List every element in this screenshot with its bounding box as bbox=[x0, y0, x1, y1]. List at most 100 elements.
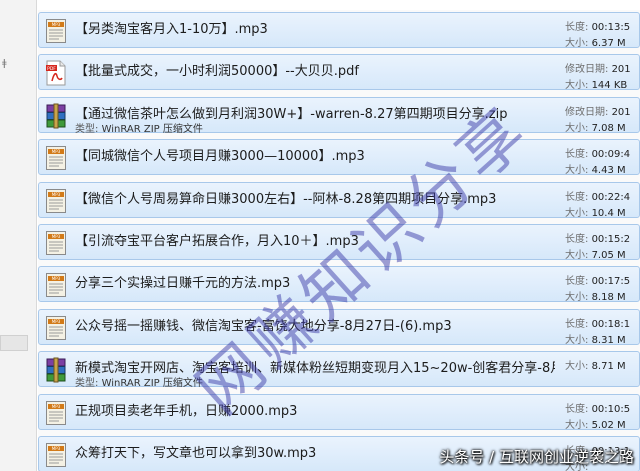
file-meta-secondary: 大小: 7.08 M bbox=[565, 119, 640, 134]
file-row[interactable]: MP3 【同城微信个人号项目月赚3000—10000】.mp3 长度: 00:09… bbox=[38, 139, 640, 176]
meta-value: 8.18 M bbox=[591, 292, 626, 304]
file-meta-secondary: 大小: 6.37 M bbox=[565, 34, 640, 49]
file-name: 【微信个人号周易算命日赚3000左右】--阿林-8.28第四期项目分享.mp3 bbox=[75, 191, 497, 207]
mp3-icon: MP3 bbox=[45, 272, 67, 298]
file-meta-primary: 长度: 00:17:5 bbox=[565, 272, 640, 287]
file-type: 类型: WinRAR ZIP 压缩文件 bbox=[75, 120, 203, 135]
file-meta-secondary: 大小: 144 KB bbox=[565, 76, 640, 91]
file-meta-secondary: 大小: 8.18 M bbox=[565, 288, 640, 303]
svg-text:MP3: MP3 bbox=[52, 276, 61, 281]
mp3-icon: MP3 bbox=[45, 315, 67, 341]
meta-value: 00:18:1 bbox=[591, 318, 631, 330]
meta-value: 6.37 M bbox=[591, 38, 626, 49]
file-meta-secondary: 大小: 8.31 M bbox=[565, 331, 640, 346]
meta-value: 8.71 M bbox=[591, 361, 626, 373]
svg-text:MP3: MP3 bbox=[52, 446, 61, 451]
file-meta-secondary: 大小: 7.05 M bbox=[565, 246, 640, 261]
file-row[interactable]: MP3 【另类淘宝客月入1-10万】.mp3 长度: 00:13:5 大小: 6.3… bbox=[38, 12, 640, 49]
meta-label: 修改日期: bbox=[565, 64, 609, 76]
file-meta-primary: 长度: 00:18:1 bbox=[565, 315, 640, 330]
meta-value: 5.02 M bbox=[591, 419, 626, 431]
mp3-icon: MP3 bbox=[45, 188, 67, 214]
mp3-icon: MP3 bbox=[45, 145, 67, 171]
meta-value: 00:17:5 bbox=[591, 276, 631, 288]
navigation-pane[interactable]: ǂ bbox=[0, 0, 37, 471]
meta-label: 大小: bbox=[565, 207, 589, 219]
svg-text:PDF: PDF bbox=[47, 66, 56, 72]
file-row[interactable]: MP3 分享三个实操过日赚千元的方法.mp3 长度: 00:17:5 大小: 8.1… bbox=[38, 266, 640, 303]
file-type: 类型: WinRAR ZIP 压缩文件 bbox=[75, 374, 203, 389]
mp3-icon: MP3 bbox=[45, 400, 67, 426]
meta-value: 00:22:4 bbox=[591, 191, 631, 203]
file-row[interactable]: MP3 【微信个人号周易算命日赚3000左右】--阿林-8.28第四期项目分享.m… bbox=[38, 181, 640, 219]
svg-text:MP3: MP3 bbox=[52, 319, 61, 324]
meta-label: 长度: bbox=[565, 22, 589, 33]
file-meta-primary: 修改日期: 201 bbox=[565, 60, 640, 75]
meta-label: 大小: bbox=[565, 361, 589, 373]
file-name: 【引流夺宝平台客户拓展合作，月入10＋】.mp3 bbox=[75, 234, 359, 249]
svg-text:MP3: MP3 bbox=[52, 22, 61, 27]
file-row[interactable]: 新模式淘宝开网店、淘宝客培训、新媒体粉丝短期变现月入15~20w-创客君分享-8… bbox=[38, 351, 640, 389]
file-list[interactable]: MP3 【另类淘宝客月入1-10万】.mp3 长度: 00:13:5 大小: 6.3… bbox=[38, 10, 640, 471]
meta-label: 大小: bbox=[565, 122, 589, 134]
file-row[interactable]: PDF 【批量式成交，一小时利润50000】--大贝贝.pdf 修改日期: 201… bbox=[38, 54, 640, 91]
file-row[interactable]: MP3 正规项目卖老年手机，日赚2000.mp3 长度: 00:10:5 大小: 5… bbox=[38, 393, 640, 431]
file-name: 【同城微信个人号项目月赚3000—10000】.mp3 bbox=[75, 149, 365, 165]
file-meta-secondary: 大小: 5.02 M bbox=[565, 416, 640, 431]
file-meta-secondary: 大小: 4.43 M bbox=[565, 161, 640, 176]
meta-value: 7.08 M bbox=[591, 122, 626, 134]
meta-value: 00:10:5 bbox=[591, 403, 631, 415]
meta-label: 大小: bbox=[565, 165, 589, 177]
meta-label: 长度: bbox=[565, 318, 589, 330]
file-type-value: WinRAR ZIP 压缩文件 bbox=[101, 378, 203, 390]
meta-value: 201 bbox=[611, 106, 631, 118]
mp3-icon: MP3 bbox=[45, 442, 67, 468]
file-meta-primary: 长度: 00:15:2 bbox=[565, 230, 640, 245]
winrar-icon bbox=[45, 357, 67, 383]
meta-label: 长度: bbox=[565, 403, 589, 415]
meta-value: 201 bbox=[611, 64, 631, 76]
file-meta-primary: 修改日期: 201 bbox=[565, 103, 640, 118]
file-meta-primary: 长度: 00:22:4 bbox=[565, 188, 640, 203]
meta-label: 大小: bbox=[565, 292, 589, 304]
meta-label: 修改日期: bbox=[565, 106, 609, 118]
file-type-value: WinRAR ZIP 压缩文件 bbox=[101, 123, 203, 135]
svg-text:MP3: MP3 bbox=[52, 404, 61, 409]
file-meta-primary: 长度: 00:09:4 bbox=[565, 145, 640, 160]
pdf-icon: PDF bbox=[45, 60, 67, 86]
file-meta-primary: 长度: 00:10:5 bbox=[565, 400, 640, 415]
file-meta-primary: 大小: 8.71 M bbox=[565, 357, 640, 372]
mp3-icon: MP3 bbox=[45, 18, 67, 44]
nav-selected-item[interactable] bbox=[0, 335, 28, 351]
meta-value: 00:13:5 bbox=[591, 22, 631, 33]
meta-label: 长度: bbox=[565, 191, 589, 203]
meta-label: 大小: bbox=[565, 80, 589, 92]
meta-value: 10.4 M bbox=[591, 207, 626, 219]
svg-text:MP3: MP3 bbox=[52, 149, 61, 154]
file-name: 【批量式成交，一小时利润50000】--大贝贝.pdf bbox=[75, 64, 359, 80]
meta-label: 长度: bbox=[565, 276, 589, 288]
file-row[interactable]: MP3 【引流夺宝平台客户拓展合作，月入10＋】.mp3 长度: 00:15:2 大… bbox=[38, 224, 640, 261]
file-row[interactable]: 【通过微信茶叶怎么做到月利润30W+】-warren-8.27第四期项目分享.z… bbox=[38, 96, 640, 135]
meta-label: 大小: bbox=[565, 38, 589, 49]
meta-value: 4.43 M bbox=[591, 165, 626, 177]
meta-label: 大小: bbox=[565, 334, 589, 346]
winrar-icon bbox=[45, 103, 67, 129]
mp3-icon: MP3 bbox=[45, 230, 67, 256]
file-type-label: 类型: bbox=[75, 123, 99, 135]
file-name: 公众号摇一摇赚钱、微信淘宝客-富饶大地分享-8月27日-(6).mp3 bbox=[75, 318, 452, 334]
meta-value: 00:15:2 bbox=[591, 234, 631, 245]
file-meta-primary: 长度: 00:13:5 bbox=[565, 18, 640, 33]
meta-value: 00:09:4 bbox=[591, 149, 631, 161]
file-type-label: 类型: bbox=[75, 378, 99, 390]
meta-label: 长度: bbox=[565, 149, 589, 161]
nav-marker: ǂ bbox=[2, 58, 7, 69]
file-name: 【另类淘宝客月入1-10万】.mp3 bbox=[75, 22, 268, 37]
meta-label: 长度: bbox=[565, 234, 589, 245]
file-row[interactable]: MP3 公众号摇一摇赚钱、微信淘宝客-富饶大地分享-8月27日-(6).mp3 长… bbox=[38, 308, 640, 346]
file-name: 分享三个实操过日赚千元的方法.mp3 bbox=[75, 276, 291, 292]
file-meta-secondary: 大小: 10.4 M bbox=[565, 204, 640, 219]
svg-text:MP3: MP3 bbox=[52, 234, 61, 239]
svg-text:MP3: MP3 bbox=[52, 192, 61, 197]
meta-value: 7.05 M bbox=[591, 250, 626, 261]
